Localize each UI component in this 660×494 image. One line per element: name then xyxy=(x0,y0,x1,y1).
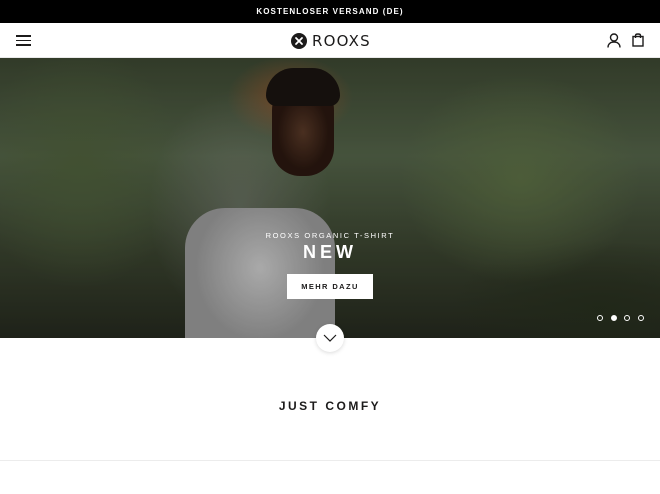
slideshow-dots xyxy=(597,315,651,322)
logo-mark-icon xyxy=(291,32,307,49)
user-icon[interactable] xyxy=(607,33,621,48)
logo-text: ROOXS xyxy=(312,31,371,50)
slide-dot-3[interactable] xyxy=(624,315,630,321)
more-info-button[interactable]: MEHR DAZU xyxy=(287,274,373,299)
site-header: ROOXS xyxy=(0,23,660,58)
slide-dot-4[interactable] xyxy=(637,315,644,321)
section-title: JUST COMFY xyxy=(278,399,382,413)
scroll-down-button[interactable] xyxy=(316,324,344,352)
hero-slideshow: ROOXS ORGANIC T-SHIRT NEW MEHR DAZU xyxy=(0,58,660,338)
section-divider xyxy=(0,460,660,461)
hero-subtitle: ROOXS ORGANIC T-SHIRT xyxy=(265,231,395,240)
slide-dot-2[interactable] xyxy=(610,315,617,321)
hero-title: NEW xyxy=(303,242,357,262)
hamburger-menu-icon[interactable] xyxy=(16,35,31,46)
announcement-text: KOSTENLOSER VERSAND (DE) xyxy=(256,7,404,16)
shopping-bag-icon[interactable] xyxy=(632,32,644,47)
announcement-bar: KOSTENLOSER VERSAND (DE) xyxy=(0,0,660,23)
slide-dot-1[interactable] xyxy=(597,315,603,321)
logo[interactable]: ROOXS xyxy=(291,31,371,50)
chevron-down-icon xyxy=(323,334,337,342)
